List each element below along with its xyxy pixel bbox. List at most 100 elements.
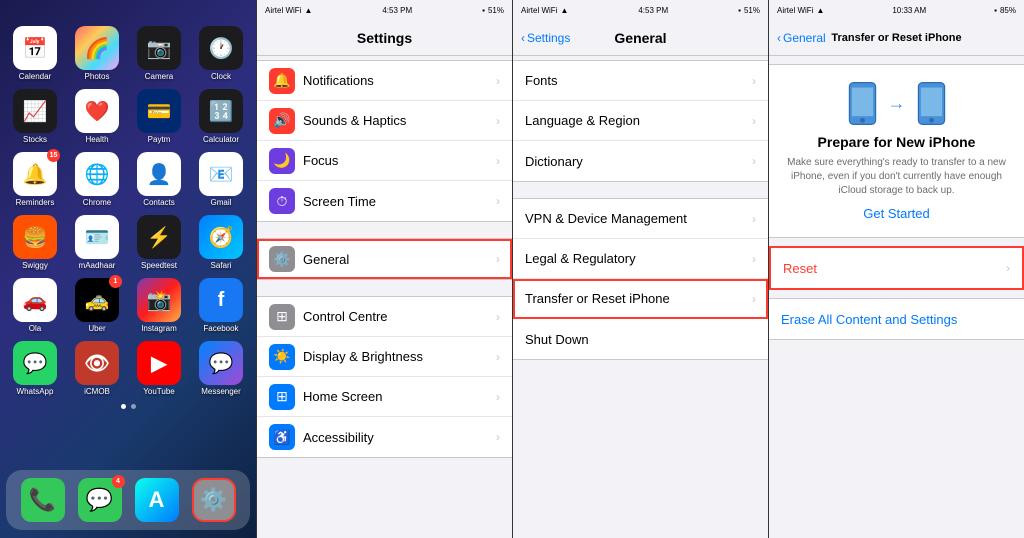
- settings-icon-focus: 🌙: [269, 148, 295, 174]
- app-icon-photos[interactable]: 🌈Photos: [70, 26, 124, 81]
- app-icon-chrome[interactable]: 🌐Chrome: [70, 152, 124, 207]
- app-icon-stocks[interactable]: 📈Stocks: [8, 89, 62, 144]
- app-icon-health[interactable]: ❤️Health: [70, 89, 124, 144]
- general-item-shutdown[interactable]: Shut Down: [513, 319, 768, 359]
- home-screen: THU 3 ● ● ● 📅Calendar🌈Photos📷Camera🕐Cloc…: [0, 0, 256, 538]
- settings-chevron-displaybrightness: ›: [496, 350, 500, 364]
- general-list: Fonts›Language & Region›Dictionary› VPN &…: [513, 56, 768, 538]
- general-item-legal[interactable]: Legal & Regulatory›: [513, 239, 768, 279]
- settings-chevron-screentime: ›: [496, 194, 500, 208]
- settings-item-focus[interactable]: 🌙Focus›: [257, 141, 512, 181]
- settings-item-homescreen[interactable]: ⊞Home Screen›: [257, 377, 512, 417]
- wifi-icon-4: ▲: [816, 6, 824, 15]
- settings-list: 🔔Notifications›🔊Sounds & Haptics›🌙Focus›…: [257, 56, 512, 538]
- settings-screen: Airtel WiFi ▲ 4:53 PM ▪ 51% Settings 🔔No…: [256, 0, 512, 538]
- transfer-back-button[interactable]: ‹ General: [777, 31, 826, 45]
- settings-label-screentime: Screen Time: [303, 194, 496, 209]
- app-icon-icmob[interactable]: 👁iCMOB: [70, 341, 124, 396]
- dock-icon-phone[interactable]: 📞: [21, 478, 65, 522]
- app-icon-maadhaar[interactable]: 🪪mAadhaar: [70, 215, 124, 270]
- get-started-button[interactable]: Get Started: [863, 206, 929, 221]
- app-icon-instagram[interactable]: 📸Instagram: [132, 278, 186, 333]
- app-icon-gmail[interactable]: 📧Gmail: [194, 152, 248, 207]
- app-icon-youtube[interactable]: ▶YouTube: [132, 341, 186, 396]
- settings-group-2: ⚙️General›: [257, 238, 512, 280]
- app-icon-clock[interactable]: 🕐Clock: [194, 26, 248, 81]
- general-label-vpn: VPN & Device Management: [525, 211, 752, 226]
- app-img-paytm: 💳: [137, 89, 181, 133]
- battery-4: 85%: [1000, 6, 1016, 15]
- home-content: 📅Calendar🌈Photos📷Camera🕐Clock 📈Stocks❤️He…: [0, 20, 256, 413]
- app-label-stocks: Stocks: [23, 135, 47, 144]
- app-img-health: ❤️: [75, 89, 119, 133]
- app-label-maadhaar: mAadhaar: [79, 261, 116, 270]
- app-icon-reminders[interactable]: 🔔15Reminders: [8, 152, 62, 207]
- status-left-2: Airtel WiFi ▲: [265, 6, 312, 15]
- general-item-transfer[interactable]: Transfer or Reset iPhone›: [513, 279, 768, 319]
- general-item-fonts[interactable]: Fonts›: [513, 61, 768, 101]
- general-label-language: Language & Region: [525, 113, 752, 128]
- app-icon-safari[interactable]: 🧭 Safari: [194, 215, 248, 270]
- app-icon-contacts[interactable]: 👤Contacts: [132, 152, 186, 207]
- settings-icon-sounds: 🔊: [269, 108, 295, 134]
- app-label-speedtest: Speedtest: [141, 261, 177, 270]
- status-right-2: ▪ 51%: [482, 6, 504, 15]
- battery-2: 51%: [488, 6, 504, 15]
- app-img-facebook: f: [199, 278, 243, 322]
- settings-label-accessibility: Accessibility: [303, 430, 496, 445]
- settings-chevron-notifications: ›: [496, 74, 500, 88]
- settings-item-screentime[interactable]: ⏱Screen Time›: [257, 181, 512, 221]
- app-icon-whatsapp[interactable]: 💬WhatsApp: [8, 341, 62, 396]
- app-icon-ola[interactable]: 🚗Ola: [8, 278, 62, 333]
- app-img-safari: 🧭: [199, 215, 243, 259]
- app-label-photos: Photos: [85, 72, 110, 81]
- app-icon-swiggy[interactable]: 🍔Swiggy: [8, 215, 62, 270]
- general-back-button[interactable]: ‹ Settings: [521, 31, 570, 45]
- settings-icon-notifications: 🔔: [269, 68, 295, 94]
- status-left-3: Airtel WiFi ▲: [521, 6, 568, 15]
- battery-icon-3: ▪: [738, 6, 741, 15]
- app-icon-speedtest[interactable]: ⚡Speedtest: [132, 215, 186, 270]
- settings-item-notifications[interactable]: 🔔Notifications›: [257, 61, 512, 101]
- time-4: 10:33 AM: [892, 6, 926, 15]
- app-icon-calendar[interactable]: 📅Calendar: [8, 26, 62, 81]
- app-img-clock: 🕐: [199, 26, 243, 70]
- settings-item-accessibility[interactable]: ♿Accessibility›: [257, 417, 512, 457]
- app-icon-paytm[interactable]: 💳Paytm: [132, 89, 186, 144]
- app-label-uber: Uber: [88, 324, 105, 333]
- general-label-fonts: Fonts: [525, 73, 752, 88]
- erase-item[interactable]: Erase All Content and Settings: [769, 299, 1024, 339]
- app-icon-uber[interactable]: 🚕1Uber: [70, 278, 124, 333]
- settings-group-3: ⊞Control Centre›☀️Display & Brightness›⊞…: [257, 296, 512, 458]
- prepare-section: → Prepare for New iPhone Make sure every…: [769, 64, 1024, 238]
- settings-item-displaybrightness[interactable]: ☀️Display & Brightness›: [257, 337, 512, 377]
- general-item-vpn[interactable]: VPN & Device Management›: [513, 199, 768, 239]
- app-icon-camera[interactable]: 📷Camera: [132, 26, 186, 81]
- transfer-separator: [769, 238, 1024, 246]
- app-img-messenger: 💬: [199, 341, 243, 385]
- battery-icon-2: ▪: [482, 6, 485, 15]
- erase-group: Erase All Content and Settings: [769, 298, 1024, 340]
- dock-icon-settings[interactable]: ⚙️: [192, 478, 236, 522]
- transfer-nav: ‹ General Transfer or Reset iPhone: [769, 20, 1024, 56]
- app-icon-facebook[interactable]: fFacebook: [194, 278, 248, 333]
- dock-icon-appstore[interactable]: A: [135, 478, 179, 522]
- app-icon-messenger[interactable]: 💬Messenger: [194, 341, 248, 396]
- settings-icon-general: ⚙️: [269, 246, 295, 272]
- app-label-reminders: Reminders: [16, 198, 55, 207]
- badge-reminders: 15: [47, 149, 60, 162]
- status-bar-general: Airtel WiFi ▲ 4:53 PM ▪ 51%: [513, 0, 768, 20]
- prepare-desc: Make sure everything's ready to transfer…: [781, 156, 1012, 198]
- dock-icon-messages[interactable]: 💬4: [78, 478, 122, 522]
- reset-item[interactable]: Reset ›: [771, 248, 1022, 288]
- settings-item-general[interactable]: ⚙️General›: [257, 239, 512, 279]
- app-icon-calculator[interactable]: 🔢Calculator: [194, 89, 248, 144]
- general-item-language[interactable]: Language & Region›: [513, 101, 768, 141]
- settings-item-sounds[interactable]: 🔊Sounds & Haptics›: [257, 101, 512, 141]
- separator-1: [257, 226, 512, 234]
- settings-item-controlcentre[interactable]: ⊞Control Centre›: [257, 297, 512, 337]
- battery-3: 51%: [744, 6, 760, 15]
- app-label-safari: Safari: [211, 261, 232, 270]
- app-img-calendar: 📅: [13, 26, 57, 70]
- general-item-dictionary[interactable]: Dictionary›: [513, 141, 768, 181]
